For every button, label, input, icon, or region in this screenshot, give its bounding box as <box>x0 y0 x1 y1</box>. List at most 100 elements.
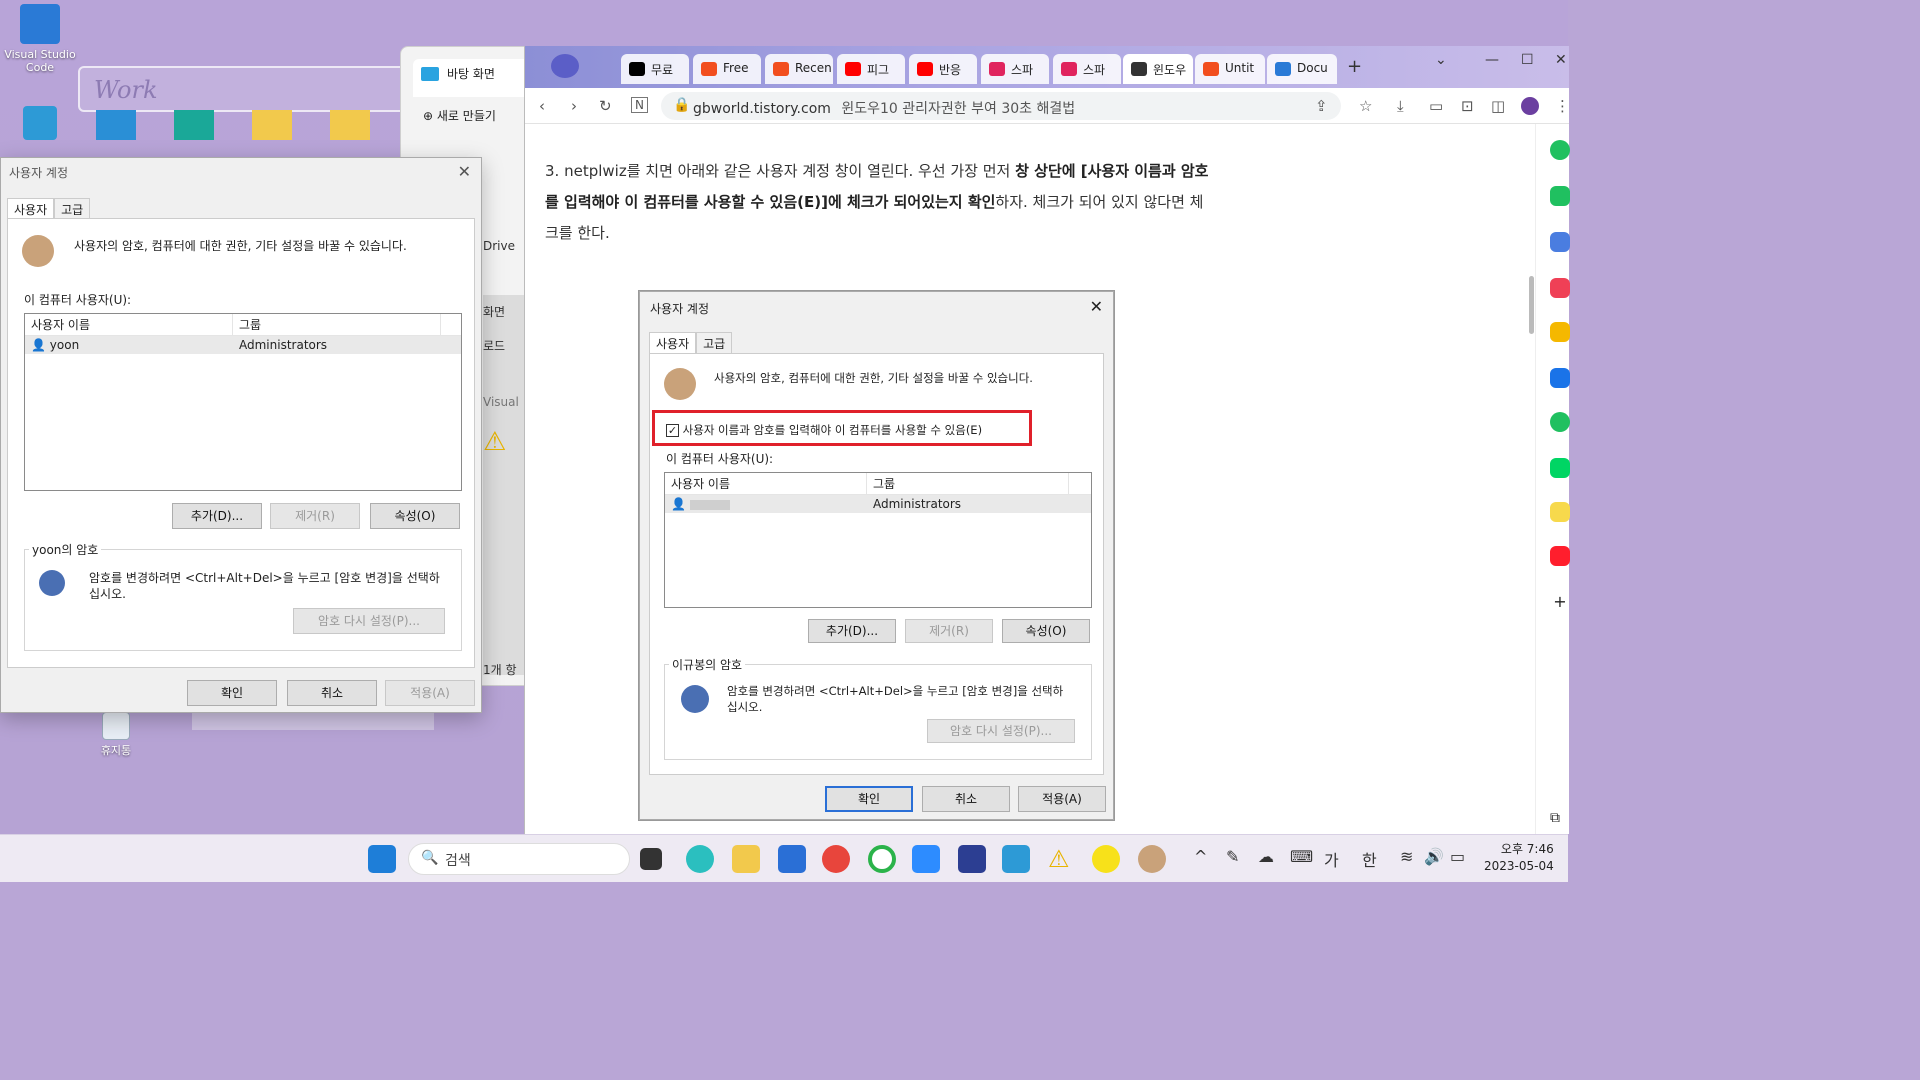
memo-icon[interactable] <box>1550 502 1570 522</box>
profile-avatar[interactable] <box>1521 97 1539 115</box>
green-circle-icon[interactable] <box>1550 140 1570 160</box>
column-username[interactable]: 사용자 이름 <box>25 314 233 335</box>
cloud-icon[interactable]: ☁ <box>1258 847 1274 866</box>
volume-icon[interactable]: 🔊 <box>1424 847 1444 866</box>
reset-password-button[interactable]: 암호 다시 설정(P)... <box>293 608 445 634</box>
sidebar-toggle-icon[interactable]: ◫ <box>1491 97 1505 115</box>
new-tab-icon[interactable]: + <box>1347 56 1362 77</box>
table-row[interactable]: 👤 yoon Administrators <box>25 336 461 354</box>
more-menu-icon[interactable]: ⋮ <box>1555 97 1570 115</box>
zoom-icon[interactable] <box>912 845 940 873</box>
chrome-icon[interactable] <box>822 845 850 873</box>
remove-button[interactable]: 제거(R) <box>270 503 360 529</box>
table-row: 👤 Administrators <box>665 495 1091 513</box>
warning-icon[interactable]: ⚠ <box>1048 845 1076 873</box>
browser-tab[interactable]: 반응 <box>909 54 977 84</box>
clock-date: 2023-05-04 <box>1484 859 1554 873</box>
mail-icon[interactable] <box>778 845 806 873</box>
start-windows-icon[interactable] <box>368 845 396 873</box>
minimize-icon[interactable]: — <box>1485 52 1499 68</box>
video-icon[interactable]: ▭ <box>1429 97 1443 115</box>
close-icon[interactable]: ✕ <box>458 162 471 181</box>
browser-tab[interactable]: Untit <box>1195 54 1265 84</box>
close-icon[interactable]: ✕ <box>1555 52 1567 68</box>
ok-button[interactable]: 확인 <box>187 680 277 706</box>
apply-button[interactable]: 적용(A) <box>385 680 475 706</box>
folder-teal-icon[interactable] <box>174 110 214 140</box>
browser-tab[interactable]: 스파 <box>1053 54 1121 84</box>
git-icon[interactable] <box>958 845 986 873</box>
hangul-icon[interactable] <box>1002 845 1030 873</box>
users-listbox[interactable]: 사용자 이름 그룹 👤 yoon Administrators <box>24 313 462 491</box>
task-view-icon[interactable] <box>640 848 662 870</box>
ime-mode-a[interactable]: 가 <box>1324 847 1339 871</box>
now-icon[interactable] <box>1550 546 1570 566</box>
translate-icon[interactable] <box>1550 368 1570 388</box>
capture-icon[interactable]: ⊡ <box>1461 97 1474 115</box>
user-accounts-dialog[interactable]: 사용자 계정 ✕ 사용자 고급 사용자의 암호, 컴퓨터에 대한 권한, 기타 … <box>0 157 482 713</box>
pen-icon[interactable]: ✎ <box>1226 847 1239 866</box>
external-link-icon[interactable]: ⧉ <box>1550 810 1570 830</box>
tab-users[interactable]: 사용자 <box>7 198 55 220</box>
properties-button[interactable]: 속성(O) <box>370 503 460 529</box>
chat-icon[interactable] <box>1550 186 1570 206</box>
cancel-button[interactable]: 취소 <box>287 680 377 706</box>
column-group[interactable]: 그룹 <box>233 314 441 335</box>
tab-advanced[interactable]: 고급 <box>54 198 91 220</box>
recycle-bin-desktop-icon[interactable]: 휴지통 <box>76 712 156 757</box>
explorer-item-drive[interactable]: Drive <box>483 239 515 253</box>
wifi-icon[interactable]: ≋ <box>1400 847 1413 866</box>
browser-tab-active[interactable]: 윈도우 <box>1123 54 1193 84</box>
add-sidebar-icon[interactable]: + <box>1550 592 1570 612</box>
forward-icon[interactable]: › <box>571 97 577 115</box>
green-ring-icon[interactable] <box>868 845 896 873</box>
add-button[interactable]: 추가(D)... <box>172 503 262 529</box>
clock[interactable]: 오후 7:46 2023-05-04 <box>1484 841 1554 875</box>
browser-tab[interactable]: 피그 <box>837 54 905 84</box>
password-text: 암호를 변경하려면 <Ctrl+Alt+Del>을 누르고 [암호 변경]을 선… <box>89 571 440 601</box>
explorer-item-visual[interactable]: Visual <box>483 395 519 409</box>
bookmark-star-icon[interactable]: ☆ <box>1359 97 1372 115</box>
folder-yellow-icon-2[interactable] <box>330 110 370 140</box>
browser-tab[interactable]: Docu <box>1267 54 1337 84</box>
users-app-icon[interactable] <box>1138 845 1166 873</box>
maximize-icon[interactable]: ☐ <box>1521 52 1534 68</box>
tray-chevron-icon[interactable]: ^ <box>1194 847 1207 866</box>
hangul-desktop-icon[interactable] <box>0 106 80 144</box>
play-icon[interactable] <box>1550 412 1570 432</box>
browser-tab[interactable]: Recen <box>765 54 833 84</box>
star-icon[interactable] <box>1550 322 1570 342</box>
kakaotalk-icon[interactable] <box>1092 845 1120 873</box>
tab-list-chevron-icon[interactable]: ⌄ <box>1435 52 1447 68</box>
address-bar[interactable]: 🔒 gbworld.tistory.com 윈도우10 관리자권한 부여 30초… <box>661 92 1341 120</box>
list-header: 사용자 이름 그룹 <box>665 473 1091 495</box>
explorer-item-desktop[interactable]: 화면 <box>483 303 505 320</box>
file-explorer-icon[interactable] <box>732 845 760 873</box>
battery-icon[interactable]: ▭ <box>1450 847 1465 866</box>
webtoon-icon[interactable] <box>1550 458 1570 478</box>
new-button[interactable]: ⊕ 새로 만들기 <box>423 107 496 124</box>
explorer-tab[interactable]: 바탕 화면 <box>413 59 541 97</box>
back-icon[interactable]: ‹ <box>539 97 545 115</box>
ime-mode-b[interactable]: 한 <box>1362 847 1377 871</box>
person-icon <box>1131 62 1147 76</box>
embedded-password-group-label: 이규봉의 암호 <box>669 656 746 673</box>
whale-browser-icon[interactable] <box>686 845 714 873</box>
monitor-icon[interactable] <box>96 110 136 140</box>
browser-tab[interactable]: Free <box>693 54 761 84</box>
browser-tab[interactable]: 스파 <box>981 54 1049 84</box>
pocket-icon[interactable] <box>1550 278 1570 298</box>
vscode-desktop-icon[interactable]: Visual Studio Code <box>0 4 80 74</box>
keyboard-icon[interactable]: ⌨ <box>1290 847 1313 866</box>
scrollbar-thumb[interactable] <box>1529 276 1534 334</box>
taskbar-search[interactable]: 🔍 검색 <box>408 843 630 875</box>
folder-yellow-icon[interactable] <box>252 110 292 140</box>
share-icon[interactable]: ⇪ <box>1315 97 1328 115</box>
explorer-item-downloads[interactable]: 로드 <box>483 337 505 354</box>
download-icon[interactable]: ⤓ <box>1397 97 1404 115</box>
users-label: 이 컴퓨터 사용자(U): <box>24 293 132 307</box>
calendar-icon[interactable] <box>1550 232 1570 252</box>
naver-icon[interactable]: N <box>631 97 648 113</box>
browser-tab[interactable]: 무료 <box>621 54 689 84</box>
reload-icon[interactable]: ↻ <box>599 97 612 115</box>
